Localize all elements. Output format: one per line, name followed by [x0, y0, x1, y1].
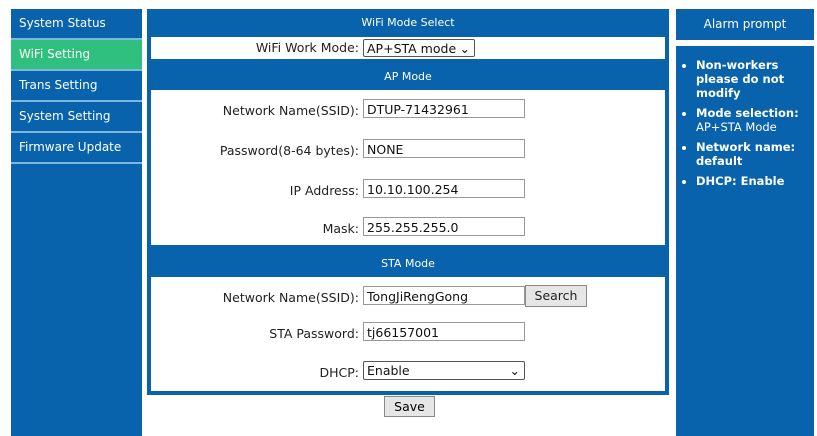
wifi-mode-select[interactable]: AP+STA mode ⌄ [363, 39, 475, 57]
chevron-down-icon: ⌄ [509, 363, 520, 378]
ap-password-label: Password(8-64 bytes): [219, 143, 359, 158]
sidebar-item-firmware-update[interactable]: Firmware Update [11, 133, 142, 164]
sidebar-item-wifi-setting[interactable]: WiFi Setting [11, 40, 142, 71]
sidebar-item-system-status[interactable]: System Status [11, 9, 142, 40]
wifi-mode-value: AP+STA mode [367, 40, 457, 56]
alarm-item: Network name: default [696, 140, 814, 168]
alarm-panel: Alarm prompt Non-workers please do not m… [676, 9, 814, 436]
ap-ip-label: IP Address: [289, 183, 359, 198]
mode-header: WiFi Mode Select [361, 16, 455, 29]
sta-password-input[interactable]: tj66157001 [363, 322, 525, 341]
alarm-item: Non-workers please do not modify [696, 58, 814, 100]
alarm-item: Mode selection:AP+STA Mode [696, 106, 814, 134]
alarm-item: DHCP: Enable [696, 174, 814, 188]
wifi-settings-panel: WiFi Mode Select WiFi Work Mode: AP+STA … [147, 9, 669, 395]
sta-ssid-input[interactable]: TongJiRengGong [363, 286, 525, 305]
ap-mask-label: Mask: [322, 221, 359, 236]
chevron-down-icon: ⌄ [459, 40, 470, 56]
sta-header: STA Mode [381, 257, 435, 270]
ap-ssid-label: Network Name(SSID): [222, 103, 359, 118]
ap-password-input[interactable]: NONE [363, 139, 525, 158]
ap-ip-input[interactable]: 10.10.100.254 [363, 179, 525, 198]
alarm-title: Alarm prompt [676, 9, 814, 40]
sta-ssid-label: Network Name(SSID): [222, 290, 359, 305]
sidebar-item-trans-setting[interactable]: Trans Setting [11, 71, 142, 102]
ap-mask-input[interactable]: 255.255.255.0 [363, 217, 525, 236]
sidebar: System Status WiFi Setting Trans Setting… [11, 9, 142, 436]
ap-ssid-input[interactable]: DTUP-71432961 [363, 99, 525, 118]
sta-password-label: STA Password: [269, 326, 359, 341]
ap-header: AP Mode [384, 70, 432, 83]
dhcp-label: DHCP: [319, 365, 359, 380]
sidebar-item-system-setting[interactable]: System Setting [11, 102, 142, 133]
mode-label: WiFi Work Mode: [255, 40, 359, 55]
save-button[interactable]: Save [384, 396, 435, 417]
dhcp-select[interactable]: Enable ⌄ [363, 361, 525, 380]
dhcp-value: Enable [367, 363, 410, 378]
search-button[interactable]: Search [525, 285, 587, 307]
